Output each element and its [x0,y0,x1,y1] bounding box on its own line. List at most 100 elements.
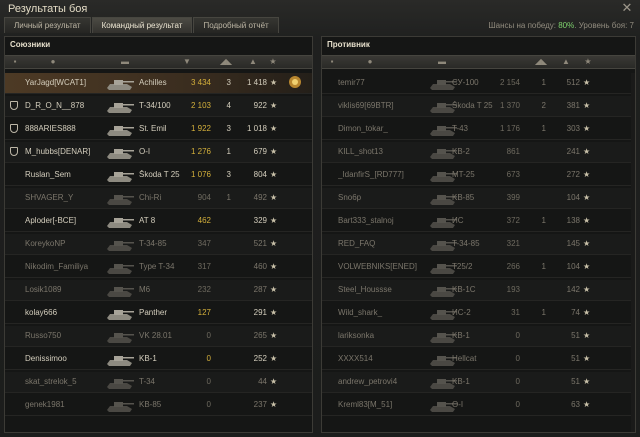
enemies-team-name: Противник [327,40,370,49]
tank-icon [107,103,134,113]
experience-star-icon: ★ [583,377,591,386]
player-row[interactable]: genek1981 KB-85 0 237 ★ [5,395,312,416]
player-name: Wild_shark_ [338,308,383,317]
player-row[interactable]: Dimon_tokar_ T-43 1 176 1 303 ★ [322,119,635,140]
tank-icon[interactable]: ▬ [119,58,131,66]
experience-star-icon: ★ [270,170,278,179]
player-icon[interactable]: ● [49,58,57,66]
experience-star-icon: ★ [270,101,278,110]
player-icon[interactable]: ● [366,58,374,66]
player-name: _IdanfirS_[RD777] [338,170,404,179]
tank-name: AT 8 [139,216,156,225]
kills-value: 1 [226,193,231,202]
player-name: Steel_Houssse [338,285,392,294]
experience-icon[interactable]: ★ [584,58,592,66]
tab-team-result[interactable]: Командный результат [91,17,193,33]
player-row[interactable]: KoreykoNP T-34-85 347 521 ★ [5,234,312,255]
player-name: Russo750 [25,331,62,340]
player-row[interactable]: viklis69[69BTR] Škoda T 25 1 370 2 381 ★ [322,96,635,117]
player-row[interactable]: 888ARIES888 St. Emil 1 922 3 1 018 ★ [5,119,312,140]
player-row[interactable]: VOLWEBNIKS[ENED] T25/2 266 1 104 ★ [322,257,635,278]
tank-icon [107,241,134,251]
platoon-icon[interactable]: ▪ [11,58,19,66]
tank-name: Type T-34 [139,262,175,271]
player-row[interactable]: _IdanfirS_[RD777] MT-25 673 272 ★ [322,165,635,186]
experience-value: 329 [253,216,267,225]
player-row[interactable]: Bart333_stalnoj ИС 372 1 138 ★ [322,211,635,232]
platoon-icon [10,147,18,156]
player-row[interactable]: temir77 СУ-100 2 154 1 512 ★ [322,73,635,94]
experience-star-icon: ★ [583,354,591,363]
tank-icon [107,287,134,297]
player-row[interactable]: kolay666 Panther 127 291 ★ [5,303,312,324]
enemies-scrollbar[interactable] [631,73,635,432]
tab-detailed-report[interactable]: Подробный отчёт [193,17,279,33]
tank-icon [107,264,134,274]
tank-icon [107,80,134,90]
kills-value: 3 [226,170,231,179]
experience-star-icon: ★ [583,216,591,225]
kills-icon[interactable]: ▲ [562,58,570,66]
experience-value: 51 [571,354,580,363]
tank-icon [107,356,134,366]
platoon-icon[interactable]: ▪ [328,58,336,66]
player-row[interactable]: KILL_shot13 KB-2 861 241 ★ [322,142,635,163]
tank-icon[interactable]: ▬ [436,58,448,66]
tank-icon [107,310,134,320]
experience-star-icon: ★ [583,262,591,271]
player-row[interactable]: Kreml83[M_51] O-I 0 63 ★ [322,395,635,416]
player-row[interactable]: skat_strelok_5 T-34 0 44 ★ [5,372,312,393]
damage-value: 399 [506,193,520,202]
damage-value: 462 [197,216,211,225]
player-row[interactable]: Nikodim_Familiya Type T-34 317 460 ★ [5,257,312,278]
experience-value: 145 [566,239,580,248]
sort-arrow-icon[interactable]: ▼ [183,58,191,66]
player-name: M_hubbs[DENAR] [25,147,91,156]
tank-name: T-34 [139,377,156,386]
window-title: Результаты боя [8,3,88,15]
damage-icon[interactable]: ◢◣ [219,58,233,66]
player-row[interactable]: Ruslan_Sem Škoda T 25 1 076 3 804 ★ [5,165,312,186]
experience-icon[interactable]: ★ [269,58,277,66]
player-row[interactable]: Sno6p KB-85 399 104 ★ [322,188,635,209]
player-row[interactable]: Aploder[-BCE] AT 8 462 329 ★ [5,211,312,232]
tank-icon [107,126,134,136]
player-row[interactable]: lariksonka KB-1 0 51 ★ [322,326,635,347]
player-row[interactable]: D_R_O_N__878 T-34/100 2 103 4 922 ★ [5,96,312,117]
damage-value: 861 [506,147,520,156]
close-icon[interactable]: ✕ [620,1,634,15]
player-name: Nikodim_Familiya [25,262,89,271]
player-row[interactable]: SHVAGER_Y Chi-Ri 904 1 492 ★ [5,188,312,209]
player-row[interactable]: M_hubbs[DENAR] O-I 1 276 1 679 ★ [5,142,312,163]
player-name: lariksonka [338,331,375,340]
damage-value: 2 154 [499,78,520,87]
allies-column-header: ▪ ● ▼ ▬ ◢◣ ▲ ★ [5,55,312,69]
medal-icon[interactable] [287,74,303,90]
damage-value: 1 176 [499,124,520,133]
damage-icon[interactable]: ◢◣ [534,58,548,66]
experience-value: 104 [566,193,580,202]
experience-star-icon: ★ [583,331,591,340]
player-row[interactable]: YarJagd[WCAT1] Achilles 3 434 3 1 418 ★ [5,73,312,94]
kills-value: 3 [226,124,231,133]
experience-value: 460 [253,262,267,271]
damage-value: 232 [197,285,211,294]
enemies-column-header: ▪ ● ▬ ◢◣ ▲ ★ [322,55,635,69]
player-row[interactable]: Wild_shark_ ИС-2 31 1 74 ★ [322,303,635,324]
player-row[interactable]: andrew_petrovi4 KB-1 0 51 ★ [322,372,635,393]
damage-value: 0 [206,354,211,363]
tank-name: Škoda T 25 [139,170,180,179]
player-row[interactable]: Losik1089 M6 232 287 ★ [5,280,312,301]
experience-star-icon: ★ [583,124,591,133]
experience-value: 492 [253,193,267,202]
experience-value: 138 [566,216,580,225]
experience-value: 679 [253,147,267,156]
player-row[interactable]: RED_FAQ T-34-85 321 145 ★ [322,234,635,255]
tab-personal-result[interactable]: Личный результат [4,17,91,33]
damage-value: 1 076 [190,170,211,179]
player-row[interactable]: Steel_Houssse KB-1C 193 142 ★ [322,280,635,301]
player-row[interactable]: XXXX514 Hellcat 0 51 ★ [322,349,635,370]
player-row[interactable]: Denissimoo KB-1 0 252 ★ [5,349,312,370]
player-row[interactable]: Russo750 VK 28.01 0 265 ★ [5,326,312,347]
kills-icon[interactable]: ▲ [249,58,257,66]
